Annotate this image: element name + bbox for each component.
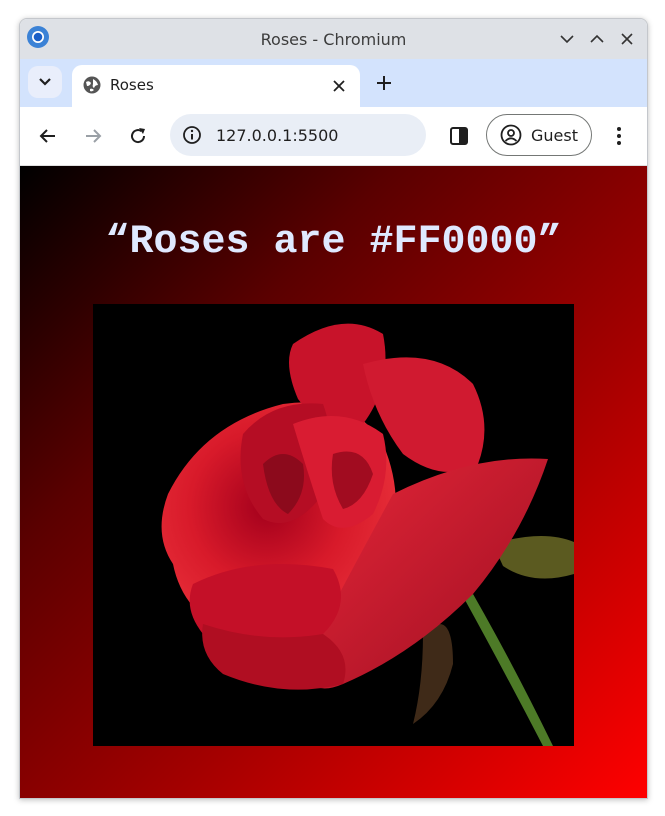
profile-icon [500, 124, 522, 146]
side-panel-icon [450, 127, 468, 145]
reload-icon [131, 128, 146, 144]
info-icon[interactable] [182, 125, 202, 145]
address-bar[interactable]: 127.0.0.1:5500 [170, 114, 426, 156]
menu-icon [617, 127, 621, 145]
rose-image [93, 304, 574, 746]
back-icon [39, 129, 55, 143]
profile-label: Guest [531, 126, 578, 145]
forward-button[interactable] [81, 124, 105, 148]
side-panel-button[interactable] [448, 125, 470, 147]
menu-button[interactable] [610, 124, 628, 148]
tab-close-button[interactable] [330, 77, 348, 95]
page-heading: “Roses are #FF0000” [105, 220, 562, 265]
tab-search-icon [39, 78, 51, 86]
tab-strip: Roses [20, 59, 647, 107]
new-tab-icon [377, 76, 391, 90]
maximize-button[interactable] [587, 29, 607, 49]
tab-title: Roses [110, 76, 154, 94]
reload-button[interactable] [126, 124, 150, 148]
rose-illustration [93, 304, 574, 746]
forward-icon [86, 129, 102, 143]
tab-search-button[interactable] [28, 66, 62, 98]
maximize-icon [590, 34, 604, 43]
url-text[interactable]: 127.0.0.1:5500 [216, 126, 338, 145]
browser-window: Roses - Chromium Roses 127.0.0.1:5500 Gu… [19, 18, 648, 799]
chevron-down-icon [560, 35, 574, 44]
profile-button[interactable]: Guest [486, 114, 592, 156]
toolbar: 127.0.0.1:5500 Guest [20, 107, 647, 166]
tab-roses[interactable]: Roses [72, 65, 360, 107]
globe-icon [83, 76, 101, 94]
minimize-button[interactable] [557, 29, 577, 49]
back-button[interactable] [36, 124, 60, 148]
close-window-button[interactable] [617, 29, 637, 49]
tab-close-icon [333, 80, 345, 92]
close-icon [621, 33, 633, 45]
window-title: Roses - Chromium [260, 30, 407, 49]
page-content: “Roses are #FF0000” [20, 166, 647, 798]
title-bar: Roses - Chromium [20, 19, 647, 59]
new-tab-button[interactable] [372, 71, 396, 95]
